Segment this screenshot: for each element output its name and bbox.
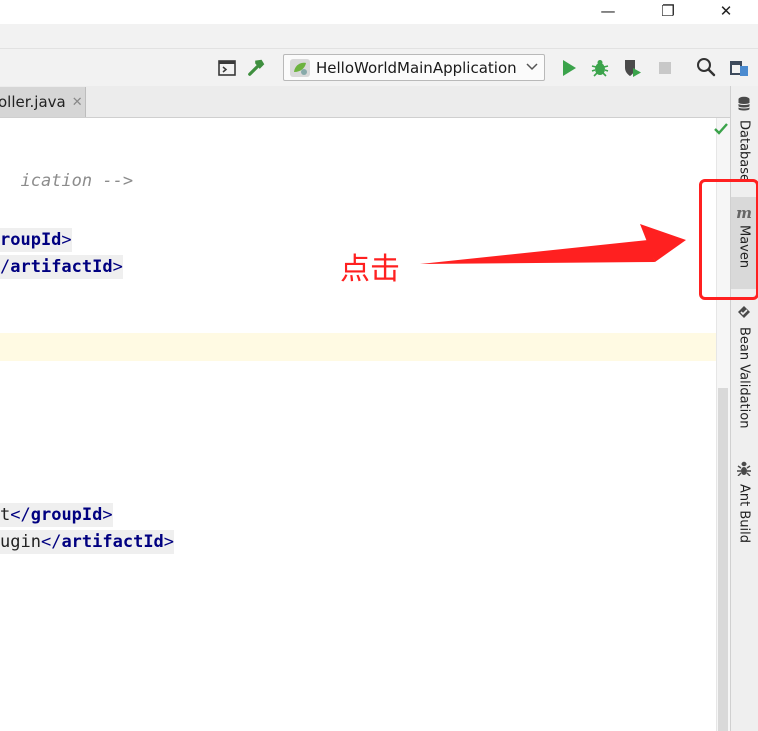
arrow-icon	[420, 224, 686, 264]
